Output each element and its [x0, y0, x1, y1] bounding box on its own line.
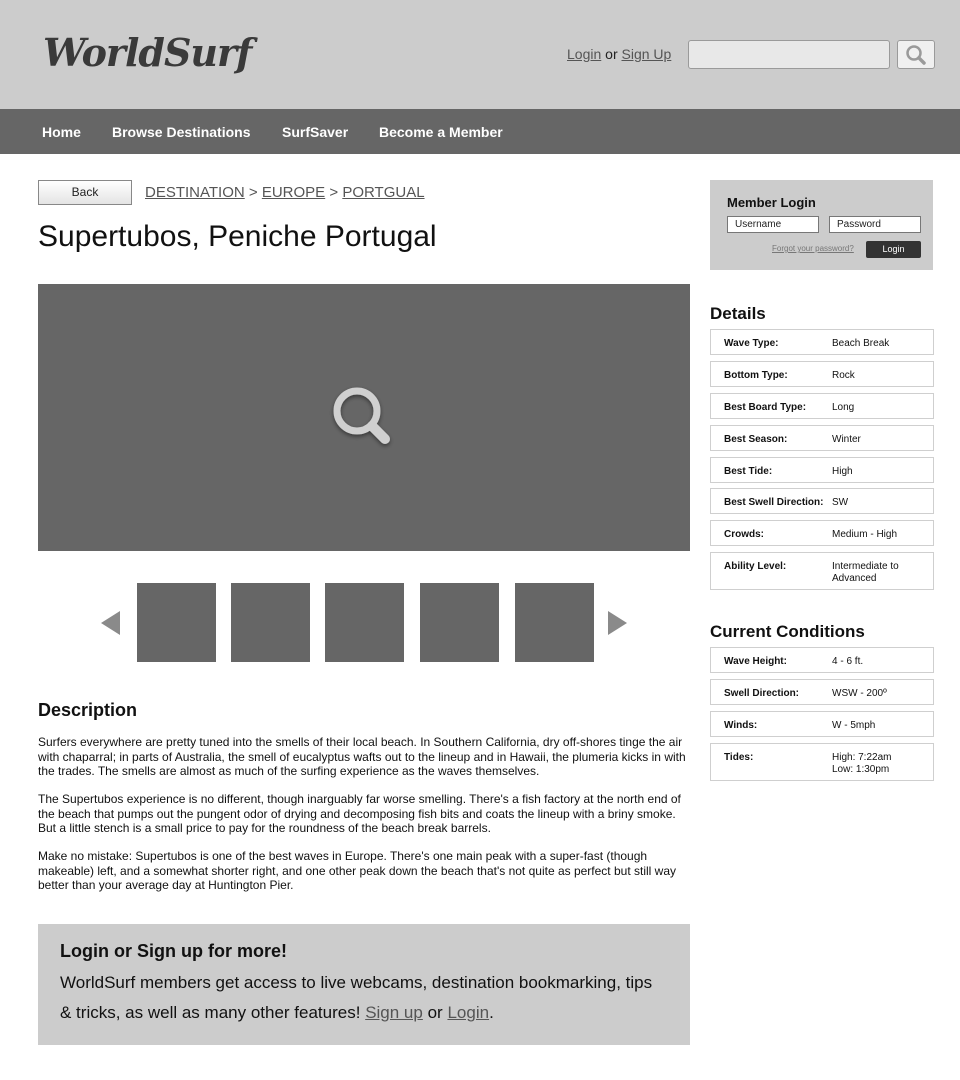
breadcrumb-separator: > [248, 184, 258, 201]
cta-body: WorldSurf members get access to live web… [60, 973, 653, 1022]
cta-login-link[interactable]: Login [447, 1003, 489, 1022]
detail-value: Intermediate to Advanced [832, 561, 899, 584]
tide-low: Low: 1:30pm [832, 764, 890, 775]
nav-browse-destinations[interactable]: Browse Destinations [112, 124, 250, 140]
description-paragraph: Surfers everywhere are pretty tuned into… [38, 735, 686, 778]
password-field[interactable]: Password [829, 216, 921, 233]
or-text: or [605, 46, 618, 62]
detail-label: Best Swell Direction: [724, 497, 824, 508]
condition-label: Swell Direction: [724, 688, 800, 699]
thumbnail[interactable] [515, 583, 594, 662]
nav-become-member[interactable]: Become a Member [379, 124, 503, 140]
auth-links: Login or Sign Up [567, 46, 671, 62]
signup-cta-panel: Login or Sign up for more! WorldSurf mem… [38, 924, 690, 1045]
thumbnail[interactable] [137, 583, 216, 662]
detail-row: Wave Type: Beach Break [710, 329, 934, 355]
thumbnail[interactable] [325, 583, 404, 662]
detail-label: Best Board Type: [724, 402, 807, 413]
nav-surfsaver[interactable]: SurfSaver [282, 124, 348, 140]
breadcrumb-portugal[interactable]: PORTGUAL [342, 184, 424, 201]
detail-value: Rock [832, 370, 855, 381]
thumbnail[interactable] [231, 583, 310, 662]
description-paragraph: Make no mistake: Supertubos is one of th… [38, 849, 676, 892]
detail-label: Crowds: [724, 529, 764, 540]
cta-signup-link[interactable]: Sign up [365, 1003, 423, 1022]
condition-value: WSW - 200º [832, 688, 887, 699]
condition-row: Winds: W - 5mph [710, 711, 934, 737]
condition-value: 4 - 6 ft. [832, 656, 864, 667]
nav-home[interactable]: Home [42, 124, 81, 140]
detail-row: Best Season: Winter [710, 425, 934, 451]
condition-value: W - 5mph [832, 720, 876, 731]
detail-row: Bottom Type: Rock [710, 361, 934, 387]
detail-label: Wave Type: [724, 338, 779, 349]
hero-image-placeholder[interactable] [38, 284, 690, 551]
condition-row: Swell Direction: WSW - 200º [710, 679, 934, 705]
detail-row: Crowds: Medium - High [710, 520, 934, 546]
search-button[interactable] [897, 40, 935, 69]
page-title: Supertubos, Peniche Portugal [38, 220, 437, 253]
main-nav: Home Browse Destinations SurfSaver Becom… [0, 109, 960, 154]
cta-or-text: or [427, 1003, 443, 1022]
breadcrumb-separator: > [329, 184, 339, 201]
condition-row: Wave Height: 4 - 6 ft. [710, 647, 934, 673]
description-paragraph: The Supertubos experience is no differen… [38, 792, 681, 835]
detail-label: Best Season: [724, 434, 788, 445]
detail-row: Ability Level: Intermediate to Advanced [710, 552, 934, 590]
detail-label: Ability Level: [724, 561, 787, 572]
breadcrumb: DESTINATION > EUROPE > PORTGUAL [145, 184, 425, 201]
condition-label: Tides: [724, 752, 754, 763]
details-heading: Details [710, 304, 766, 323]
detail-value: High [832, 466, 853, 477]
detail-label: Bottom Type: [724, 370, 788, 381]
signup-link[interactable]: Sign Up [622, 46, 672, 62]
breadcrumb-destination[interactable]: DESTINATION [145, 184, 245, 201]
thumbnail[interactable] [420, 583, 499, 662]
arrow-left-icon[interactable] [101, 611, 120, 635]
detail-row: Best Board Type: Long [710, 393, 934, 419]
search-icon [906, 44, 926, 65]
description-heading: Description [38, 700, 138, 720]
forgot-password-link[interactable]: Forgot your password? [772, 244, 854, 253]
back-button[interactable]: Back [38, 180, 132, 205]
condition-value: High: 7:22am Low: 1:30pm [832, 752, 927, 776]
arrow-right-icon[interactable] [608, 611, 627, 635]
detail-value: Winter [832, 434, 861, 445]
detail-row: Best Swell Direction: SW [710, 488, 934, 514]
member-login-title: Member Login [727, 195, 816, 210]
condition-row: Tides: High: 7:22am Low: 1:30pm [710, 743, 934, 781]
username-field[interactable]: Username [727, 216, 819, 233]
cta-period: . [489, 1003, 494, 1022]
site-header: WorldSurf Login or Sign Up [0, 0, 960, 109]
detail-row: Best Tide: High [710, 457, 934, 483]
detail-value: SW [832, 497, 849, 508]
condition-label: Wave Height: [724, 656, 787, 667]
detail-label: Best Tide: [724, 466, 773, 477]
condition-label: Winds: [724, 720, 758, 731]
breadcrumb-europe[interactable]: EUROPE [262, 184, 325, 201]
login-button[interactable]: Login [866, 241, 921, 258]
cta-title: Login or Sign up for more! [60, 941, 287, 961]
login-link[interactable]: Login [567, 46, 601, 62]
detail-value: Beach Break [832, 338, 890, 349]
conditions-heading: Current Conditions [710, 622, 865, 641]
detail-value: Long [832, 402, 855, 413]
detail-value: Medium - High [832, 529, 898, 540]
member-login-panel: Member Login Username Password Forgot yo… [710, 180, 933, 270]
tide-high: High: 7:22am [832, 752, 892, 763]
cta-text: WorldSurf members get access to live web… [60, 968, 668, 1028]
search-input[interactable] [688, 40, 890, 69]
search-icon [333, 387, 390, 444]
site-logo[interactable]: WorldSurf [43, 30, 252, 75]
